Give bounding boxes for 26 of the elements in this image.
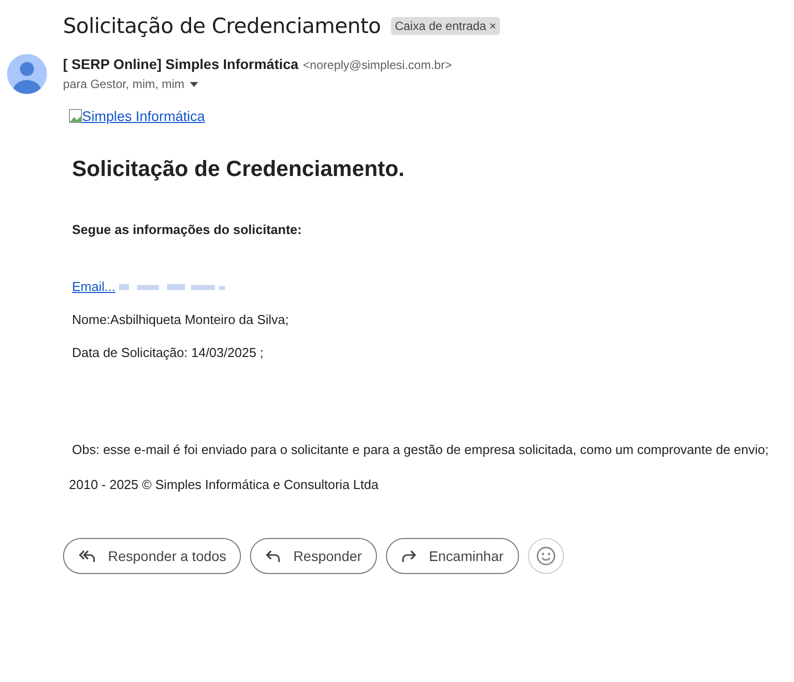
forward-button[interactable]: Encaminhar [386,538,519,574]
email-heading: Solicitação de Credenciamento. [72,156,406,182]
name-line: Nome:Asbilhiqueta Monteiro da Silva; [72,312,290,327]
footer-text: 2010 - 2025 © Simples Informática e Consultoria Ltda [69,477,380,492]
emoji-button[interactable] [528,538,564,574]
label-text: Caixa de entrada [394,19,486,33]
broken-image-icon [69,109,82,123]
sender-name: [ SERP Online] Simples Informática [63,56,298,72]
intro-text: Segue as informações do solicitante: [72,222,303,237]
note-text: Obs: esse e-mail é foi enviado para o solicitante e para a gestão de empresa solicitada, como um comprovante de envio; [72,442,770,457]
forward-icon [400,549,417,563]
reply-all-button[interactable]: Responder a todos [63,538,242,574]
recipients-dropdown[interactable]: para Gestor, mim, mim [63,77,452,91]
email-subject: Solicitação de Credenciamento [63,14,381,38]
date-line: Data de Solicitação: 14/03/2025 ; [72,345,265,360]
sender-email: <noreply@simplesi.com.br> [302,58,452,72]
reply-button[interactable]: Responder [250,538,377,574]
remove-label-button[interactable]: × [489,19,496,33]
caret-icon [190,82,198,86]
redacted-text-icon [117,282,228,292]
reply-icon [265,549,282,563]
broken-image-link[interactable]: Simples Informática [69,108,205,124]
smiley-icon [536,546,556,566]
avatar-icon [7,54,47,94]
reply-all-icon [78,549,96,563]
email-link[interactable]: Email... [72,279,116,294]
